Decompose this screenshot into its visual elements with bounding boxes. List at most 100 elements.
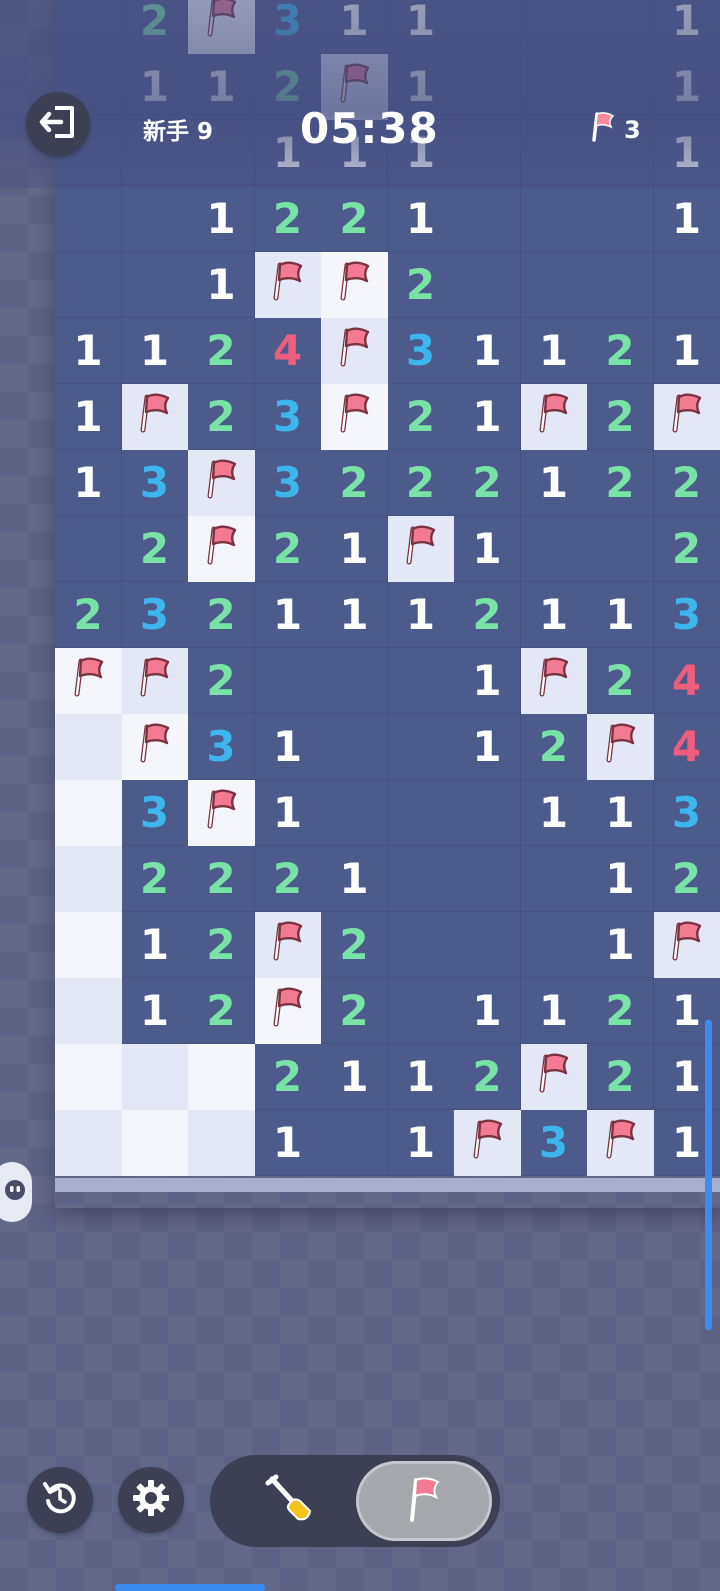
restart-button[interactable] bbox=[27, 1467, 93, 1533]
hidden-cell[interactable] bbox=[121, 1110, 189, 1176]
number-cell[interactable]: 3 bbox=[653, 780, 720, 846]
flagged-cell[interactable] bbox=[520, 1044, 588, 1110]
empty-cell[interactable] bbox=[321, 1110, 388, 1176]
number-cell[interactable]: 2 bbox=[454, 582, 521, 648]
number-cell[interactable]: 2 bbox=[55, 582, 122, 648]
number-cell[interactable]: 1 bbox=[587, 780, 654, 846]
number-cell[interactable]: 2 bbox=[387, 450, 455, 516]
number-cell[interactable]: 1 bbox=[587, 912, 654, 978]
flagged-cell[interactable] bbox=[254, 252, 322, 318]
number-cell[interactable]: 1 bbox=[653, 186, 720, 252]
hidden-cell[interactable] bbox=[188, 1110, 255, 1176]
number-cell[interactable]: 2 bbox=[587, 450, 654, 516]
empty-cell[interactable] bbox=[587, 252, 654, 318]
number-cell[interactable]: 2 bbox=[520, 714, 588, 780]
empty-cell[interactable] bbox=[520, 846, 588, 912]
empty-cell[interactable] bbox=[387, 912, 455, 978]
number-cell[interactable]: 1 bbox=[254, 780, 322, 846]
flagged-cell[interactable] bbox=[254, 912, 322, 978]
flagged-cell[interactable] bbox=[520, 384, 588, 450]
number-cell[interactable]: 1 bbox=[387, 186, 455, 252]
hidden-cell[interactable] bbox=[55, 780, 122, 846]
number-cell[interactable]: 1 bbox=[321, 516, 388, 582]
empty-cell[interactable] bbox=[121, 252, 189, 318]
number-cell[interactable]: 1 bbox=[254, 582, 322, 648]
empty-cell[interactable] bbox=[520, 252, 588, 318]
empty-cell[interactable] bbox=[653, 252, 720, 318]
number-cell[interactable]: 4 bbox=[653, 714, 720, 780]
number-cell[interactable]: 1 bbox=[387, 582, 455, 648]
number-cell[interactable]: 2 bbox=[188, 384, 255, 450]
number-cell[interactable]: 1 bbox=[321, 846, 388, 912]
number-cell[interactable]: 3 bbox=[188, 714, 255, 780]
number-cell[interactable]: 2 bbox=[188, 978, 255, 1044]
number-cell[interactable]: 3 bbox=[121, 780, 189, 846]
flagged-cell[interactable] bbox=[121, 384, 189, 450]
number-cell[interactable]: 1 bbox=[387, 1044, 455, 1110]
number-cell[interactable]: 2 bbox=[188, 582, 255, 648]
flagged-cell[interactable] bbox=[188, 516, 255, 582]
hidden-cell[interactable] bbox=[121, 1044, 189, 1110]
number-cell[interactable]: 3 bbox=[254, 450, 322, 516]
number-cell[interactable]: 1 bbox=[121, 912, 189, 978]
number-cell[interactable]: 2 bbox=[587, 978, 654, 1044]
number-cell[interactable]: 1 bbox=[321, 1044, 388, 1110]
empty-cell[interactable] bbox=[321, 714, 388, 780]
empty-cell[interactable] bbox=[454, 252, 521, 318]
number-cell[interactable]: 1 bbox=[454, 714, 521, 780]
flag-mode-button[interactable] bbox=[356, 1461, 492, 1541]
empty-cell[interactable] bbox=[387, 846, 455, 912]
number-cell[interactable]: 3 bbox=[387, 318, 455, 384]
hidden-cell[interactable] bbox=[55, 714, 122, 780]
number-cell[interactable]: 1 bbox=[520, 318, 588, 384]
empty-cell[interactable] bbox=[55, 186, 122, 252]
number-cell[interactable]: 3 bbox=[254, 384, 322, 450]
number-cell[interactable]: 2 bbox=[587, 318, 654, 384]
empty-cell[interactable] bbox=[454, 912, 521, 978]
number-cell[interactable]: 2 bbox=[587, 384, 654, 450]
flagged-cell[interactable] bbox=[587, 1110, 654, 1176]
number-cell[interactable]: 2 bbox=[121, 846, 189, 912]
empty-cell[interactable] bbox=[454, 846, 521, 912]
number-cell[interactable]: 2 bbox=[653, 846, 720, 912]
empty-cell[interactable] bbox=[387, 714, 455, 780]
flagged-cell[interactable] bbox=[121, 714, 189, 780]
flagged-cell[interactable] bbox=[55, 648, 122, 714]
flagged-cell[interactable] bbox=[653, 384, 720, 450]
number-cell[interactable]: 1 bbox=[587, 846, 654, 912]
hidden-cell[interactable] bbox=[55, 978, 122, 1044]
hidden-cell[interactable] bbox=[188, 1044, 255, 1110]
number-cell[interactable]: 1 bbox=[653, 318, 720, 384]
number-cell[interactable]: 2 bbox=[321, 186, 388, 252]
number-cell[interactable]: 1 bbox=[454, 384, 521, 450]
hidden-cell[interactable] bbox=[55, 1044, 122, 1110]
empty-cell[interactable] bbox=[55, 516, 122, 582]
number-cell[interactable]: 1 bbox=[520, 582, 588, 648]
number-cell[interactable]: 2 bbox=[387, 252, 455, 318]
empty-cell[interactable] bbox=[587, 186, 654, 252]
number-cell[interactable]: 2 bbox=[454, 450, 521, 516]
number-cell[interactable]: 2 bbox=[321, 912, 388, 978]
number-cell[interactable]: 2 bbox=[653, 450, 720, 516]
empty-cell[interactable] bbox=[454, 186, 521, 252]
flagged-cell[interactable] bbox=[454, 1110, 521, 1176]
number-cell[interactable]: 1 bbox=[55, 318, 122, 384]
empty-cell[interactable] bbox=[454, 780, 521, 846]
number-cell[interactable]: 1 bbox=[321, 582, 388, 648]
number-cell[interactable]: 2 bbox=[321, 450, 388, 516]
number-cell[interactable]: 2 bbox=[653, 516, 720, 582]
flagged-cell[interactable] bbox=[321, 318, 388, 384]
empty-cell[interactable] bbox=[387, 648, 455, 714]
number-cell[interactable]: 1 bbox=[254, 1110, 322, 1176]
flagged-cell[interactable] bbox=[188, 450, 255, 516]
number-cell[interactable]: 1 bbox=[121, 978, 189, 1044]
number-cell[interactable]: 1 bbox=[254, 714, 322, 780]
hidden-cell[interactable] bbox=[55, 1110, 122, 1176]
number-cell[interactable]: 4 bbox=[254, 318, 322, 384]
number-cell[interactable]: 2 bbox=[188, 648, 255, 714]
number-cell[interactable]: 1 bbox=[454, 318, 521, 384]
number-cell[interactable]: 1 bbox=[454, 648, 521, 714]
empty-cell[interactable] bbox=[121, 186, 189, 252]
empty-cell[interactable] bbox=[520, 186, 588, 252]
empty-cell[interactable] bbox=[387, 780, 455, 846]
